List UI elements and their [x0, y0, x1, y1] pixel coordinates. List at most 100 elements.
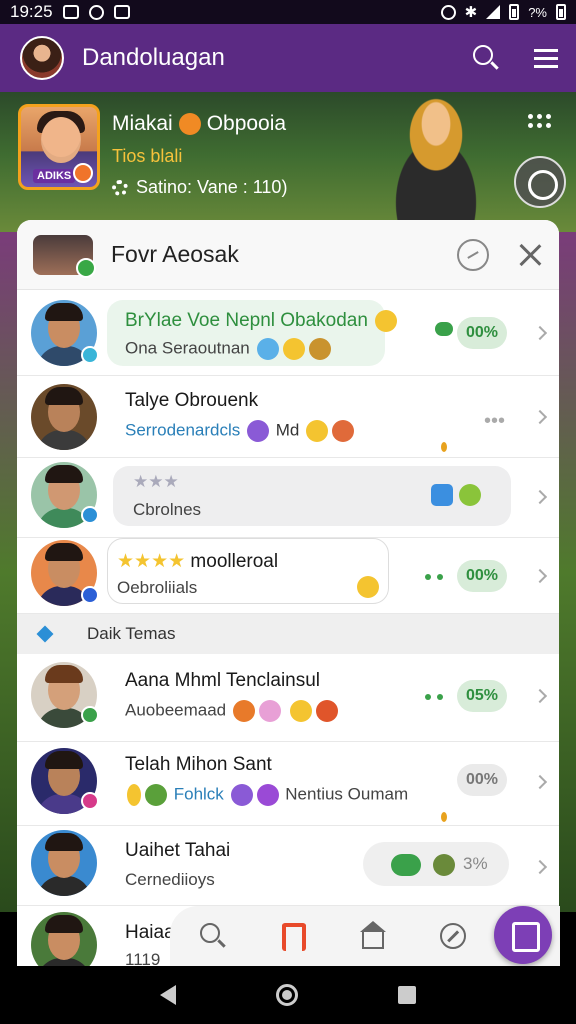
battery-level-icon — [556, 4, 566, 20]
chat-preview-text: Serrodenardcls — [125, 420, 241, 440]
menu-button[interactable] — [532, 44, 560, 72]
hero-avatar[interactable]: ADIKS — [18, 104, 100, 190]
dot — [537, 123, 542, 128]
background-decoration-left — [0, 232, 18, 912]
system-nav-bar — [0, 966, 576, 1024]
photo-icon — [62, 5, 79, 19]
search-icon — [200, 923, 220, 943]
gear-icon — [112, 179, 128, 196]
dock-search-button[interactable] — [198, 921, 228, 951]
hero-name: Miakai Obpooia — [112, 112, 286, 136]
new-message-button[interactable] — [494, 906, 552, 964]
chat-row[interactable]: Uaihet Tahai Cernediioys 3% — [17, 826, 559, 906]
home-nav-icon[interactable] — [276, 984, 298, 1006]
avatar — [31, 912, 97, 966]
dot — [546, 123, 551, 128]
chat-row[interactable]: ★★★ Cbrolnes — [17, 458, 559, 538]
game-button[interactable] — [514, 156, 566, 208]
emoji-icon — [258, 700, 281, 722]
hero-status-text: Satino: Vane : 110) — [136, 177, 288, 197]
chat-preview: Ona Seraoutnan — [125, 338, 333, 360]
panel-avatar[interactable] — [33, 234, 96, 278]
dock-compass-button[interactable] — [438, 921, 468, 951]
chat-bubble-icon — [435, 322, 453, 336]
timer-icon[interactable] — [457, 238, 489, 271]
background-decoration-right — [558, 232, 576, 912]
hero-subtitle: Tios blali — [112, 146, 183, 166]
smile-emoji-icon — [375, 310, 398, 332]
verified-icon — [178, 113, 201, 135]
status-icon — [81, 706, 99, 724]
hero-status: Satino: Vane : 110) — [112, 177, 287, 198]
chat-preview: 1119 — [125, 950, 161, 966]
chat-row[interactable]: Talye Obrouenk Serrodenardcls Md ••• — [17, 376, 559, 458]
signal-icon — [486, 5, 501, 19]
emoji-icon — [256, 784, 279, 806]
chat-row[interactable]: BrYlae Voe Nepnl Obakodan Ona Seraoutnan… — [17, 290, 559, 376]
emoji-icon — [232, 700, 255, 722]
chat-preview: Oebroliials — [117, 578, 198, 597]
chat-name: ★★★★ moolleroal — [117, 550, 278, 573]
hero-illustration — [366, 94, 506, 230]
alarm-icon — [440, 4, 456, 20]
avatar-hair — [45, 665, 83, 683]
chat-preview: Cernediioys — [125, 870, 215, 889]
emoji-icon — [431, 484, 453, 506]
dock-music-button[interactable] — [278, 921, 308, 951]
chat-preview-text: Auobeemaad — [125, 700, 227, 720]
emoji-icon — [459, 484, 481, 506]
chat-row[interactable]: ★★★★ moolleroal Oebroliials 00% — [17, 538, 559, 614]
status-icon — [81, 792, 99, 810]
chat-name: BrYlae Voe Nepnl Obakodan — [125, 310, 399, 332]
file-icon — [113, 5, 130, 19]
emoji-icon — [230, 784, 253, 806]
section-header: Daik Temas — [17, 614, 559, 654]
chat-name: Telah Mihon Sant — [125, 754, 272, 775]
status-icon — [81, 346, 99, 364]
chat-name-text: BrYlae Voe Nepnl Obakodan — [125, 310, 368, 332]
more-icon: ••• — [483, 410, 505, 432]
chat-row[interactable]: Telah Mihon Sant Fohlck Nentius Oumam 00… — [17, 742, 559, 826]
rating-stars: ★★★ — [133, 472, 179, 491]
emoji-icon — [145, 784, 167, 806]
notification-icon — [88, 4, 104, 20]
emoji-icon — [332, 420, 355, 442]
chat-preview-text: Fohlck — [173, 784, 224, 804]
more-options-button[interactable] — [528, 114, 552, 130]
chevron-right-icon — [532, 859, 548, 875]
close-icon[interactable] — [517, 242, 543, 268]
chevron-right-icon — [532, 774, 548, 790]
emoji-icon — [315, 700, 338, 722]
dock-home-button[interactable] — [358, 921, 388, 951]
panel-header: Fovr Aeosak — [17, 220, 559, 290]
panel-title: Fovr Aeosak — [111, 241, 239, 267]
profile-avatar[interactable] — [20, 36, 64, 80]
chat-panel: Fovr Aeosak BrYlae Voe Nepnl Obakodan On… — [17, 220, 559, 966]
chat-preview-text: Ona Seraoutnan — [125, 338, 250, 358]
avatar-shirt — [37, 876, 91, 896]
emoji-icon — [289, 700, 312, 722]
chevron-right-icon — [532, 489, 548, 505]
unread-badge: 05% — [457, 680, 507, 712]
dot — [528, 123, 533, 128]
dot — [546, 114, 551, 119]
profile-hero: ADIKS Miakai Obpooia Tios blali Satino: … — [0, 92, 576, 232]
emoji-icon — [282, 338, 305, 360]
status-bar: 19:25 ✱ ?% — [0, 0, 576, 24]
emoji-icon — [247, 420, 270, 442]
chevron-right-icon — [532, 325, 548, 341]
percent-label: 3% — [463, 854, 488, 873]
avatar-hair — [45, 915, 83, 933]
chat-bubble-icon — [391, 854, 421, 876]
search-button[interactable] — [472, 44, 500, 72]
battery-text: ?% — [528, 4, 547, 20]
dot — [425, 574, 431, 580]
app-bar: Dandoluagan — [0, 24, 576, 92]
home-icon — [360, 921, 386, 949]
recents-icon[interactable] — [398, 986, 416, 1004]
chat-row[interactable]: Aana Mhml Tenclainsul Auobeemaad 05% — [17, 654, 559, 742]
hero-name-second: Obpooia — [206, 112, 287, 135]
dot — [528, 114, 533, 119]
back-icon[interactable] — [160, 985, 176, 1005]
chat-preview: Serrodenardcls Md — [125, 420, 356, 442]
